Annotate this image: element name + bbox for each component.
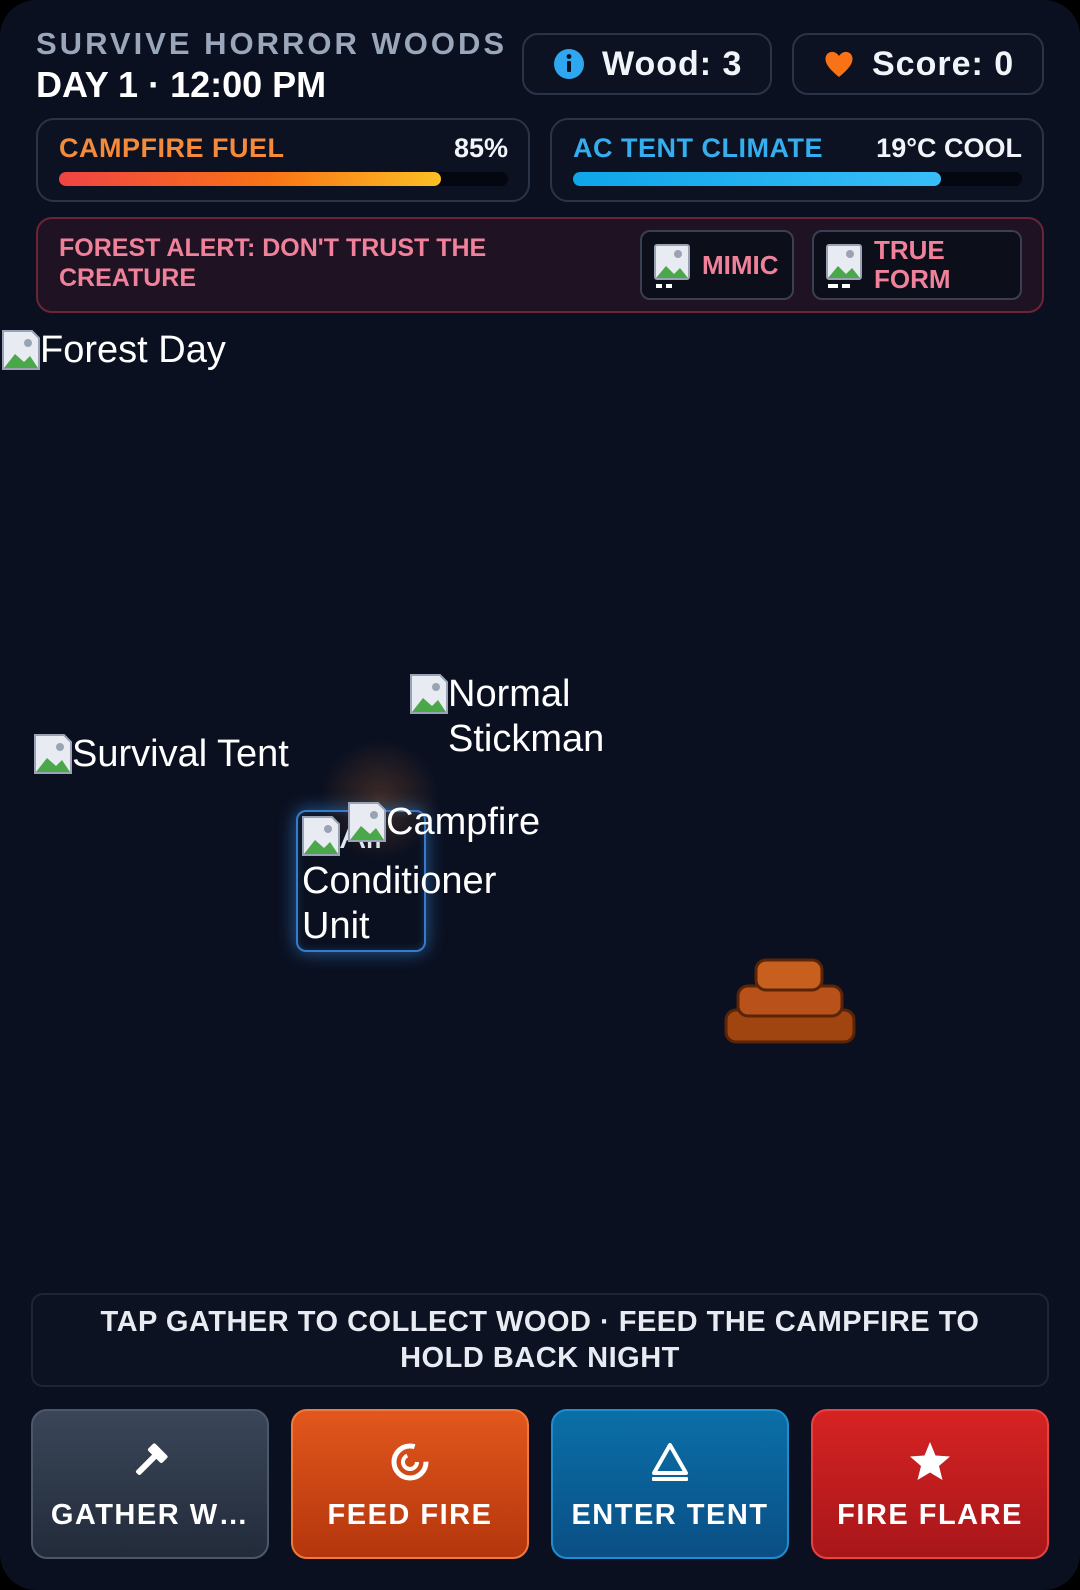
wood-pile[interactable] (724, 958, 856, 1048)
enter-tent-label: ENTER TENT (571, 1499, 769, 1531)
info-icon (552, 47, 586, 81)
true-form-chip[interactable]: TRUE FORM (812, 230, 1022, 300)
forest-background: Forest Day (2, 328, 226, 373)
game-header: SURVIVE HORROR WOODS DAY 1 · 12:00 PM (36, 26, 507, 106)
feed-fire-button[interactable]: FEED FIRE (291, 1409, 529, 1559)
gather-wood-label: GATHER W… (50, 1499, 250, 1531)
campfire[interactable]: Campfire (348, 800, 540, 845)
campfire-fuel-track (59, 172, 508, 186)
wood-count-label: Wood: 3 (602, 44, 743, 83)
survival-tent[interactable]: Survival Tent (34, 732, 289, 777)
true-form-chip-label: TRUE FORM (874, 235, 951, 294)
day-clock: DAY 1 · 12:00 PM (36, 64, 327, 105)
instruction-hint: TAP GATHER TO COLLECT WOOD · FEED THE CA… (31, 1293, 1049, 1387)
broken-image-icon (34, 734, 72, 774)
campfire-fuel-meter: CAMPFIRE FUEL 85% (36, 118, 530, 202)
ac-climate-track (573, 172, 1022, 186)
forest-alert-text: FOREST ALERT: DON'T TRUST THE CREATURE (59, 234, 487, 292)
ac-unit-alt: Conditioner Unit (302, 860, 497, 947)
ac-climate-value: 19°C COOL (876, 133, 1022, 163)
broken-image-icon (302, 816, 340, 856)
hammer-icon (128, 1439, 172, 1483)
tent-icon (648, 1439, 692, 1483)
broken-image-icon (348, 802, 386, 842)
feed-fire-label: FEED FIRE (327, 1499, 493, 1531)
score-counter: Score: 0 (792, 33, 1044, 95)
game-scene: Forest Day Normal Stickman Survival Tent… (0, 320, 1080, 1280)
stickman-alt: Normal Stickman (448, 673, 605, 760)
forest-alert-banner: FOREST ALERT: DON'T TRUST THE CREATURE M… (36, 217, 1044, 313)
ac-climate-fill (573, 172, 942, 186)
ac-climate-label: AC TENT CLIMATE (573, 133, 823, 163)
game-title: SURVIVE HORROR WOODS (36, 26, 508, 61)
wood-counter: Wood: 3 (522, 33, 772, 95)
gather-wood-button[interactable]: GATHER W… (31, 1409, 269, 1559)
campfire-alt: Campfire (386, 801, 541, 843)
heart-icon (822, 47, 856, 81)
forest-background-alt: Forest Day (40, 329, 226, 371)
campfire-fuel-label: CAMPFIRE FUEL (59, 133, 285, 163)
star-icon (908, 1439, 952, 1483)
mimic-image-icon (654, 244, 690, 290)
stickman-creature[interactable]: Normal Stickman (410, 672, 623, 762)
broken-image-icon (2, 330, 40, 370)
broken-image-icon (410, 674, 448, 714)
enter-tent-button[interactable]: ENTER TENT (551, 1409, 789, 1559)
mimic-chip-label: MIMIC (702, 249, 779, 280)
true-form-image-icon (826, 244, 862, 290)
fire-flare-button[interactable]: FIRE FLARE (811, 1409, 1049, 1559)
refresh-fire-icon (388, 1439, 432, 1483)
mimic-chip[interactable]: MIMIC (640, 230, 794, 300)
campfire-fuel-value: 85% (453, 133, 508, 163)
score-label: Score: 0 (872, 44, 1015, 83)
campfire-fuel-fill (59, 172, 441, 186)
ac-tent-climate-meter: AC TENT CLIMATE 19°C COOL (550, 118, 1044, 202)
game-screen: SURVIVE HORROR WOODS DAY 1 · 12:00 PM Wo… (0, 0, 1080, 1590)
fire-flare-label: FIRE FLARE (837, 1499, 1023, 1531)
survival-tent-alt: Survival Tent (72, 733, 289, 775)
